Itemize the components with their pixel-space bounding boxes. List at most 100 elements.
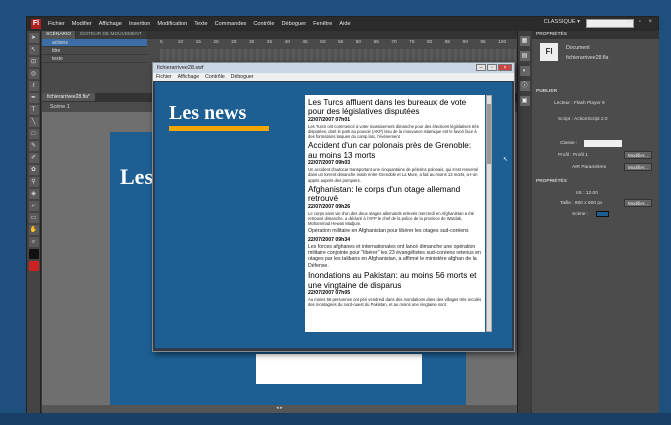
news-headline: Afghanistan: le corps d'un otage alleman… [308, 184, 461, 204]
swf-menu-bar: Fichier Affichage Contrôle Déboguer [153, 73, 514, 81]
paint-bucket-icon[interactable]: ◈ [28, 189, 39, 199]
menu-bar: Fl Fichier Modifier Affichage Insertion … [27, 17, 658, 31]
brush-tool-icon[interactable]: ✐ [28, 153, 39, 163]
swf-window-title: fichierarrivee28.swf [157, 65, 204, 71]
tab-scenario[interactable]: SCÉNARIO [42, 31, 76, 39]
swf-menu-deboguer[interactable]: Déboguer [231, 74, 254, 80]
transform-tool-icon[interactable]: ⊡ [28, 57, 39, 67]
deco-tool-icon[interactable]: ✿ [28, 165, 39, 175]
publish-section-header[interactable]: PUBLIER [536, 89, 557, 94]
news-text-box[interactable]: Les Turcs affluent dans les bureaux de v… [305, 95, 485, 332]
menu-controle[interactable]: Contrôle [253, 21, 274, 27]
selection-tool-icon[interactable]: ➤ [28, 33, 39, 43]
layer-row[interactable]: actions [42, 39, 147, 47]
news-subheadline: Opération militaire en Afghanistan pour … [308, 228, 469, 235]
news-date: 22/07/2007 09h26 [308, 203, 351, 210]
workspace-dropdown[interactable]: CLASSIQUE ▾ [544, 19, 580, 25]
rectangle-tool-icon[interactable]: □ [28, 129, 39, 139]
maximize-button[interactable]: ▫ [487, 64, 497, 71]
layer-name: texte [52, 55, 63, 62]
menu-texte[interactable]: Texte [194, 21, 207, 27]
menu-modifier[interactable]: Modifier [72, 21, 92, 27]
3d-rotate-tool-icon[interactable]: ◎ [28, 69, 39, 79]
stage-white-block[interactable] [256, 354, 422, 384]
subselect-tool-icon[interactable]: ↖ [28, 45, 39, 55]
news-date: 22/07/2007 09h03 [308, 160, 351, 167]
swf-title-bar[interactable]: fichierarrivee28.swf – ▫ × [153, 63, 514, 73]
stroke-color-icon[interactable] [28, 249, 39, 259]
tab-motion-editor[interactable]: ÉDITEUR DE MOUVEMENT [76, 31, 146, 39]
profile-value: Profil : Profil 1 [558, 153, 588, 158]
minimize-button[interactable]: – [476, 64, 486, 71]
swf-menu-affichage[interactable]: Affichage [178, 74, 200, 80]
hand-tool-icon[interactable]: ✋ [28, 225, 39, 235]
pencil-tool-icon[interactable]: ✎ [28, 141, 39, 151]
heading-underline [169, 126, 269, 131]
tools-palette: ➤ ↖ ⊡ ◎ ℓ ✒ T ╲ □ ✎ ✐ ✿ ⚲ ◈ ⌐ ▭ ✋ ⌕ [27, 31, 41, 414]
size-modify-button[interactable]: Modifier... [624, 199, 652, 207]
swf-menu-fichier[interactable]: Fichier [156, 74, 172, 80]
player-value[interactable]: Lecteur : Flash Player 9 [554, 101, 605, 106]
zoom-tool-icon[interactable]: ⌕ [28, 237, 39, 247]
tab-properties[interactable]: PROPRIÉTÉS [532, 31, 659, 39]
menu-aide[interactable]: Aide [339, 21, 350, 27]
flash-logo-icon: Fl [31, 19, 41, 29]
close-button[interactable]: × [498, 64, 512, 71]
library-panel-icon[interactable]: ▣ [519, 96, 530, 106]
text-tool-icon[interactable]: T [28, 105, 39, 115]
news-scrollbar[interactable] [486, 95, 492, 332]
line-tool-icon[interactable]: ╲ [28, 117, 39, 127]
scene-label[interactable]: Scène 1 [50, 104, 70, 110]
menu-deboguer[interactable]: Déboguer [282, 21, 307, 27]
lasso-tool-icon[interactable]: ℓ [28, 81, 39, 91]
class-field[interactable] [584, 140, 622, 147]
swf-menu-controle[interactable]: Contrôle [205, 74, 225, 80]
fps-value[interactable]: IIS : 12.00 [576, 191, 598, 196]
document-tab[interactable]: fichierarrivee28.fla* [42, 93, 95, 101]
menu-affichage[interactable]: Affichage [99, 21, 122, 27]
air-modify-button[interactable]: Modifier... [624, 163, 652, 171]
color-panel-icon[interactable]: ▦ [519, 36, 530, 46]
ruler-tick: 100 [498, 40, 507, 45]
window-controls[interactable]: – ▫ × [628, 19, 655, 25]
ruler-tick: 65 [373, 40, 379, 45]
news-body: Au moins 56 personnes ont péri vendredi … [308, 297, 482, 308]
properties-panel: PROPRIÉTÉS Fl Document fichierarrivee28.… [532, 31, 659, 414]
ruler-tick: 30 [248, 40, 255, 45]
timeline-tabs: SCÉNARIO ÉDITEUR DE MOUVEMENT [42, 31, 517, 39]
news-date: 22/07/2007 07h01 [308, 116, 351, 123]
layer-name: titre [52, 47, 61, 54]
bone-tool-icon[interactable]: ⚲ [28, 177, 39, 187]
menu-fenetre[interactable]: Fenêtre [313, 21, 332, 27]
news-headline: Accident d'un car polonais près de Greno… [308, 141, 472, 160]
layer-row[interactable]: titre [42, 47, 147, 55]
ruler-tick: 5 [160, 40, 163, 45]
menu-modification[interactable]: Modification [157, 21, 187, 27]
properties-section-header[interactable]: PROPRIÉTÉS [536, 179, 567, 184]
menu-commandes[interactable]: Commandes [215, 21, 247, 27]
horizontal-scrollbar[interactable]: ◂ ▸ [42, 405, 517, 413]
layer-row[interactable]: texte [42, 55, 147, 63]
news-scroll-thumb[interactable] [487, 104, 491, 164]
menu-insertion[interactable]: Insertion [129, 21, 150, 27]
swf-content: Les news Les Turcs affluent dans les bur… [155, 82, 512, 348]
eyedropper-icon[interactable]: ⌐ [28, 201, 39, 211]
stage-color-swatch[interactable] [596, 211, 609, 217]
menu-fichier[interactable]: Fichier [48, 21, 65, 27]
align-panel-icon[interactable]: ◐ [519, 66, 530, 76]
frame-ruler: 5 10 15 20 25 30 35 40 45 50 55 60 65 70… [160, 40, 516, 48]
script-value[interactable]: Script : ActionScript 2.0 [558, 117, 608, 122]
fill-color-icon[interactable] [28, 261, 39, 271]
stage-color-label: Scène : [572, 212, 589, 217]
news-heading: Les news [169, 102, 247, 124]
news-body: Un accident d'autocar transportant une c… [308, 167, 479, 183]
ruler-tick: 85 [444, 40, 451, 45]
ruler-tick: 55 [337, 40, 344, 45]
news-headline: Les Turcs affluent dans les bureaux de v… [308, 98, 467, 117]
pen-tool-icon[interactable]: ✒ [28, 93, 39, 103]
info-panel-icon[interactable]: ⓘ [519, 81, 530, 91]
swf-player-window: fichierarrivee28.swf – ▫ × Fichier Affic… [152, 62, 515, 352]
eraser-icon[interactable]: ▭ [28, 213, 39, 223]
swatches-panel-icon[interactable]: ▤ [519, 51, 530, 61]
profile-modify-button[interactable]: Modifier... [624, 151, 652, 159]
